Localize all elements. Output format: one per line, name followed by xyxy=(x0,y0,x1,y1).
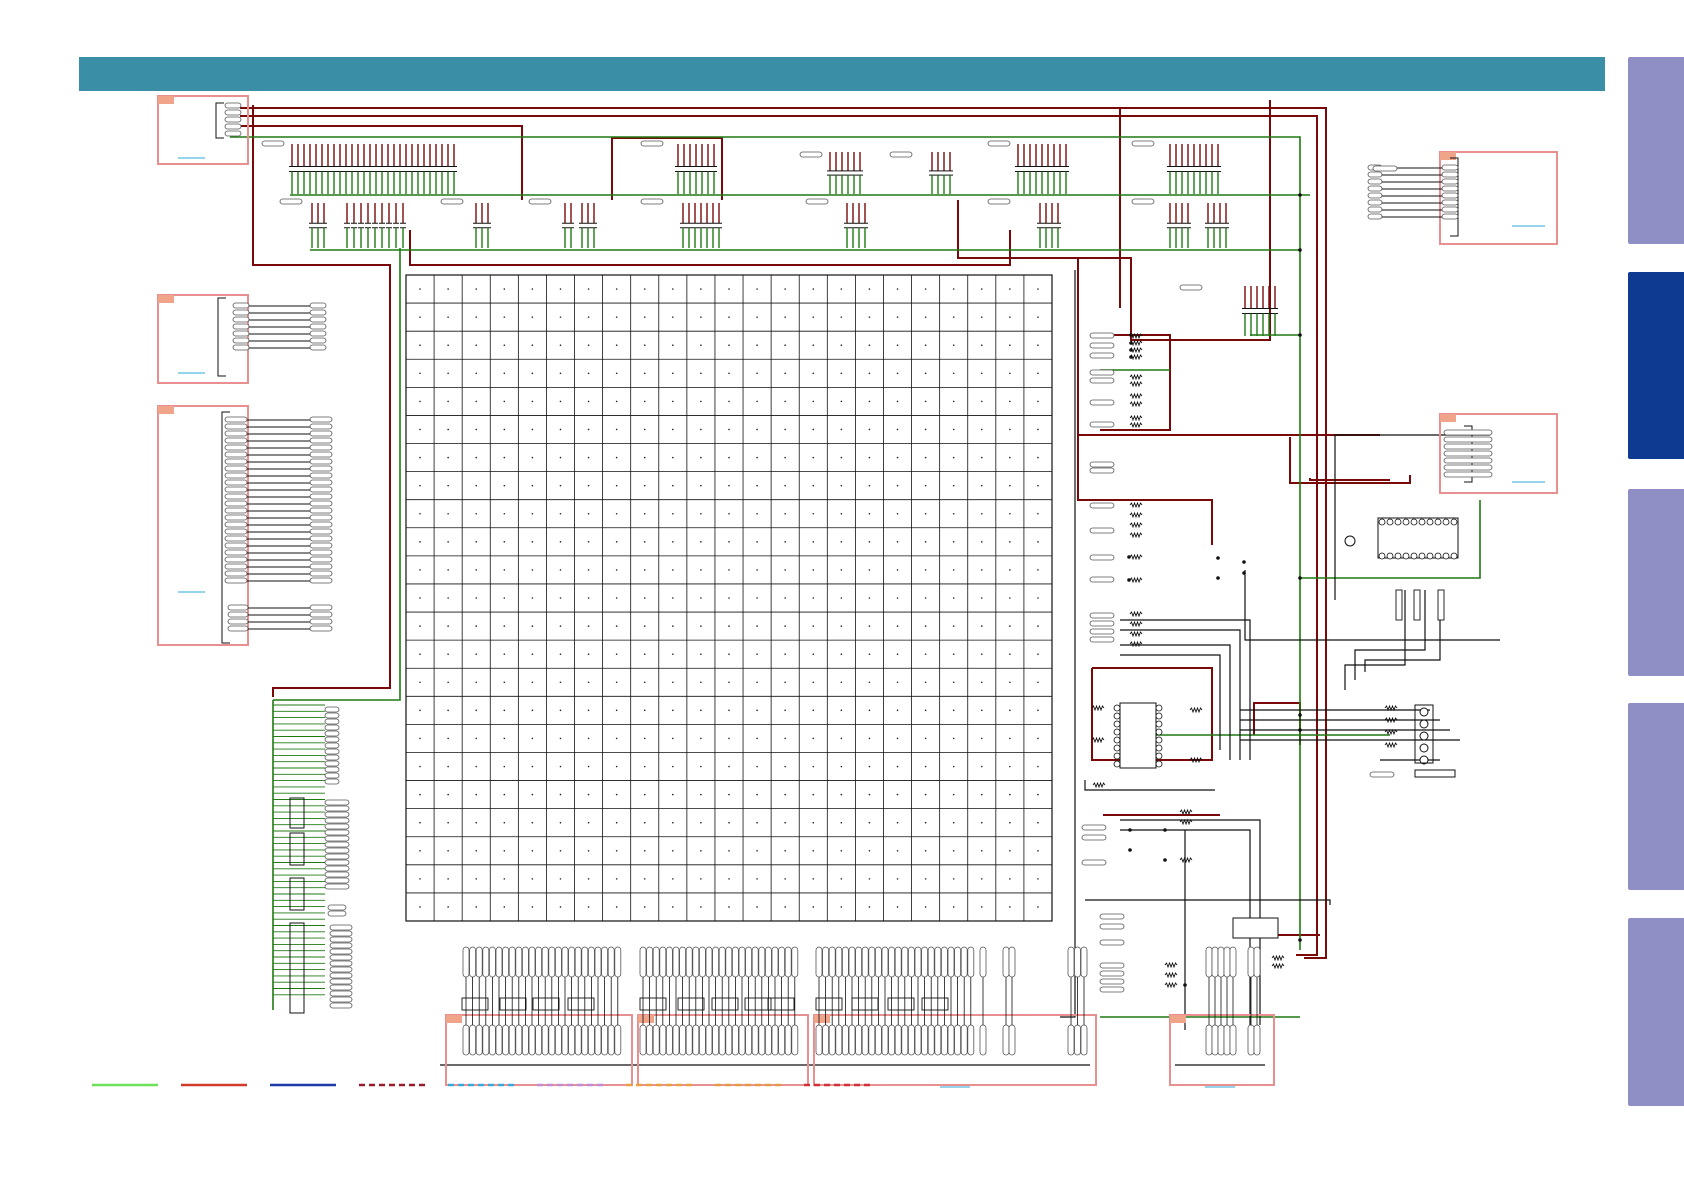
schematic-diagram xyxy=(157,95,1558,1088)
ic-packages xyxy=(1119,517,1459,939)
ic-op-amp xyxy=(1119,702,1157,769)
main-ic-pin-grid xyxy=(405,274,1053,922)
wire-legend xyxy=(92,1083,870,1087)
ic-regulator xyxy=(1232,917,1279,939)
